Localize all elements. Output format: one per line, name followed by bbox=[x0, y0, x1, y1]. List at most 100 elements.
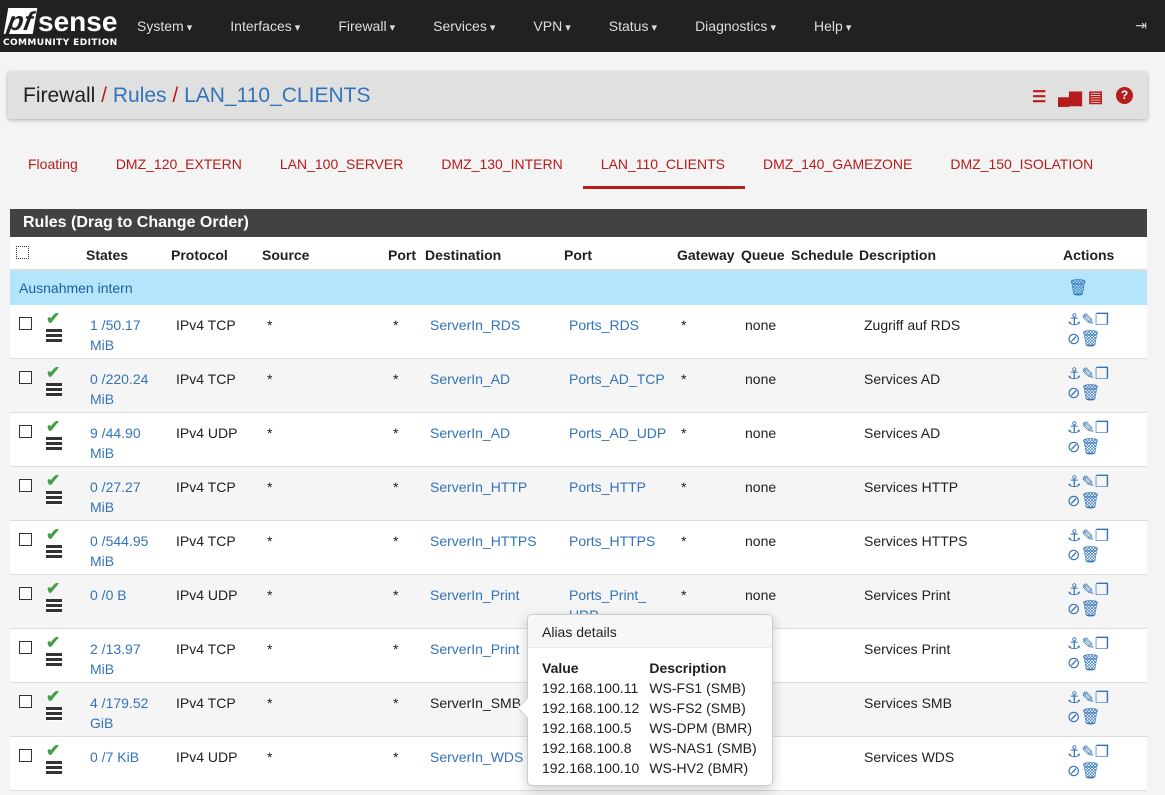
rule-checkbox[interactable] bbox=[19, 425, 32, 438]
tab-floating[interactable]: Floating bbox=[10, 150, 98, 189]
copy-icon[interactable]: ❐ bbox=[1095, 366, 1109, 383]
pass-check-icon[interactable]: ✔ bbox=[46, 363, 60, 382]
pass-check-icon[interactable]: ✔ bbox=[46, 471, 60, 490]
rule-checkbox[interactable] bbox=[19, 317, 32, 330]
disable-icon[interactable]: ⊘ bbox=[1067, 331, 1080, 348]
delete-separator-icon[interactable]: 🗑︎ bbox=[1068, 278, 1088, 298]
disable-icon[interactable]: ⊘ bbox=[1067, 709, 1080, 726]
menu-status[interactable]: Status bbox=[590, 18, 676, 34]
anchor-icon[interactable]: ⚓︎ bbox=[1067, 690, 1081, 707]
rule-row[interactable]: ✔ 0 /27.27 MiB IPv4 TCP * * ServerIn_HTTP… bbox=[10, 467, 1147, 521]
breadcrumb-current[interactable]: LAN_110_CLIENTS bbox=[184, 84, 370, 107]
edit-pencil-icon[interactable]: ✎ bbox=[1081, 420, 1094, 437]
anchor-icon[interactable]: ⚓︎ bbox=[1067, 582, 1081, 599]
pass-check-icon[interactable]: ✔ bbox=[46, 525, 60, 544]
rule-checkbox[interactable] bbox=[19, 587, 32, 600]
disable-icon[interactable]: ⊘ bbox=[1067, 439, 1080, 456]
anchor-icon[interactable]: ⚓︎ bbox=[1067, 528, 1081, 545]
anchor-icon[interactable]: ⚓︎ bbox=[1067, 366, 1081, 383]
delete-trash-icon[interactable]: 🗑︎ bbox=[1080, 763, 1100, 780]
rule-states[interactable]: 0 /544.95 MiB bbox=[90, 531, 148, 571]
edit-pencil-icon[interactable]: ✎ bbox=[1081, 582, 1094, 599]
disable-icon[interactable]: ⊘ bbox=[1067, 601, 1080, 618]
rule-destination[interactable]: ServerIn_Print bbox=[430, 639, 519, 659]
disable-icon[interactable]: ⊘ bbox=[1067, 385, 1080, 402]
rule-destination[interactable]: ServerIn_HTTP bbox=[430, 477, 527, 497]
rule-states[interactable]: 4 /179.52 GiB bbox=[90, 693, 148, 733]
copy-icon[interactable]: ❐ bbox=[1095, 312, 1109, 329]
pfsense-logo[interactable]: pf sense COMMUNITY EDITION bbox=[0, 0, 118, 52]
delete-trash-icon[interactable]: 🗑︎ bbox=[1080, 601, 1100, 618]
rule-states[interactable]: 9 /44.90 MiB bbox=[90, 423, 141, 463]
tab-dmz_140_gamezone[interactable]: DMZ_140_GAMEZONE bbox=[745, 150, 932, 189]
anchor-icon[interactable]: ⚓︎ bbox=[1067, 744, 1081, 761]
rule-destination[interactable]: ServerIn_AD bbox=[430, 369, 510, 389]
rule-checkbox[interactable] bbox=[19, 641, 32, 654]
edit-pencil-icon[interactable]: ✎ bbox=[1081, 474, 1094, 491]
disable-icon[interactable]: ⊘ bbox=[1067, 493, 1080, 510]
select-all-checkbox[interactable] bbox=[16, 246, 29, 259]
rule-row[interactable]: ✔ 1 /50.17 MiB IPv4 TCP * * ServerIn_RDS … bbox=[10, 305, 1147, 359]
rule-dest-port[interactable]: Ports_HTTP bbox=[569, 477, 659, 497]
menu-services[interactable]: Services bbox=[414, 18, 514, 34]
copy-icon[interactable]: ❐ bbox=[1095, 528, 1109, 545]
rule-destination[interactable]: ServerIn_AD bbox=[430, 423, 510, 443]
delete-trash-icon[interactable]: 🗑︎ bbox=[1080, 385, 1100, 402]
tab-dmz_130_intern[interactable]: DMZ_130_INTERN bbox=[423, 150, 582, 189]
rule-row[interactable]: ✔ 0 /220.24 MiB IPv4 TCP * * ServerIn_AD … bbox=[10, 359, 1147, 413]
menu-system[interactable]: System bbox=[118, 18, 211, 34]
rule-states[interactable]: 0 /0 B bbox=[90, 585, 127, 605]
menu-firewall[interactable]: Firewall bbox=[319, 18, 414, 34]
disable-icon[interactable]: ⊘ bbox=[1067, 655, 1080, 672]
disable-icon[interactable]: ⊘ bbox=[1067, 547, 1080, 564]
edit-pencil-icon[interactable]: ✎ bbox=[1081, 528, 1094, 545]
help-icon[interactable]: ? bbox=[1116, 87, 1133, 104]
delete-trash-icon[interactable]: 🗑︎ bbox=[1080, 709, 1100, 726]
disable-icon[interactable]: ⊘ bbox=[1067, 763, 1080, 780]
rule-destination[interactable]: ServerIn_HTTPS bbox=[430, 531, 537, 551]
menu-vpn[interactable]: VPN bbox=[514, 18, 589, 34]
delete-trash-icon[interactable]: 🗑︎ bbox=[1080, 655, 1100, 672]
rule-states[interactable]: 0 /220.24 MiB bbox=[90, 369, 148, 409]
rule-states[interactable]: 0 /7 KiB bbox=[90, 747, 139, 767]
tab-dmz_120_extern[interactable]: DMZ_120_EXTERN bbox=[98, 150, 262, 189]
tab-lan_110_clients[interactable]: LAN_110_CLIENTS bbox=[582, 150, 745, 189]
edit-pencil-icon[interactable]: ✎ bbox=[1081, 312, 1094, 329]
menu-interfaces[interactable]: Interfaces bbox=[211, 18, 319, 34]
edit-pencil-icon[interactable]: ✎ bbox=[1081, 690, 1094, 707]
breadcrumb-rules[interactable]: Rules bbox=[113, 84, 167, 107]
rule-states[interactable]: 0 /27.27 MiB bbox=[90, 477, 141, 517]
edit-pencil-icon[interactable]: ✎ bbox=[1081, 636, 1094, 653]
anchor-icon[interactable]: ⚓︎ bbox=[1067, 636, 1081, 653]
menu-help[interactable]: Help bbox=[795, 18, 870, 34]
copy-icon[interactable]: ❐ bbox=[1095, 582, 1109, 599]
rule-dest-port[interactable]: Ports_AD_UDP bbox=[569, 423, 666, 443]
anchor-icon[interactable]: ⚓︎ bbox=[1067, 420, 1081, 437]
rule-states[interactable]: 1 /50.17 MiB bbox=[90, 315, 141, 355]
rule-checkbox[interactable] bbox=[19, 749, 32, 762]
copy-icon[interactable]: ❐ bbox=[1095, 420, 1109, 437]
rule-checkbox[interactable] bbox=[19, 533, 32, 546]
copy-icon[interactable]: ❐ bbox=[1095, 690, 1109, 707]
rule-checkbox[interactable] bbox=[19, 695, 32, 708]
anchor-icon[interactable]: ⚓︎ bbox=[1067, 312, 1081, 329]
logout-icon[interactable]: ⇥ bbox=[1135, 17, 1147, 34]
tab-dmz_150_isolation[interactable]: DMZ_150_ISOLATION bbox=[932, 150, 1113, 189]
pass-check-icon[interactable]: ✔ bbox=[46, 633, 60, 652]
rule-dest-port[interactable]: Ports_RDS bbox=[569, 315, 659, 335]
rule-destination[interactable]: ServerIn_RDS bbox=[430, 315, 520, 335]
delete-trash-icon[interactable]: 🗑︎ bbox=[1080, 547, 1100, 564]
tab-lan_100_server[interactable]: LAN_100_SERVER bbox=[262, 150, 423, 189]
rule-states[interactable]: 2 /13.97 MiB bbox=[90, 639, 141, 679]
pass-check-icon[interactable]: ✔ bbox=[46, 741, 60, 760]
pass-check-icon[interactable]: ✔ bbox=[46, 417, 60, 436]
pass-check-icon[interactable]: ✔ bbox=[46, 579, 60, 598]
separator-row[interactable]: Ausnahmen intern 🗑︎ bbox=[10, 271, 1147, 305]
pass-check-icon[interactable]: ✔ bbox=[46, 687, 60, 706]
copy-icon[interactable]: ❐ bbox=[1095, 636, 1109, 653]
menu-diagnostics[interactable]: Diagnostics bbox=[676, 18, 795, 34]
anchor-icon[interactable]: ⚓︎ bbox=[1067, 474, 1081, 491]
rule-dest-port[interactable]: Ports_HTTPS bbox=[569, 531, 659, 551]
rule-row[interactable]: ✔ 9 /44.90 MiB IPv4 UDP * * ServerIn_AD P… bbox=[10, 413, 1147, 467]
copy-icon[interactable]: ❐ bbox=[1095, 744, 1109, 761]
